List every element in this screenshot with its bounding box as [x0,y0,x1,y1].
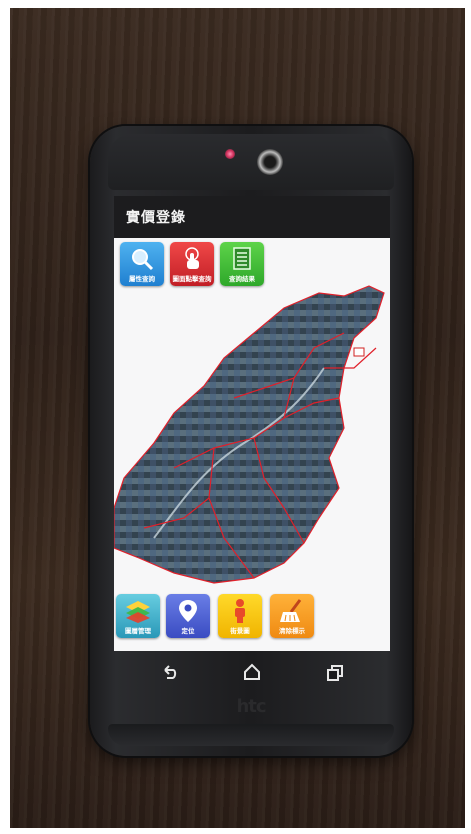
clear-markers-button[interactable]: 清除標示 [270,594,314,638]
map-view[interactable]: 屬性查詢 圖面點擊查詢 查詢結果 圖層管理 定位 街景圖 清除標示 [114,238,390,651]
street-view-person-icon [235,599,245,623]
satellite-map[interactable] [114,238,390,651]
app-title: 實價登錄 [126,210,186,226]
magnifier-icon [132,249,154,271]
list-document-icon [233,247,251,270]
phone-top-bezel [108,134,394,190]
phone-brand-logo: htc [236,696,266,717]
query-results-label: 查詢結果 [229,275,255,283]
query-results-button[interactable]: 查詢結果 [220,242,264,286]
street-view-label: 街景圖 [230,627,250,635]
layer-management-button[interactable]: 圖層管理 [116,594,160,638]
street-view-button[interactable]: 街景圖 [218,594,262,638]
attribute-query-button[interactable]: 屬性查詢 [120,242,164,286]
photo-background: 實價登錄 屬性查詢 圖面點擊查詢 查詢結果 圖層管理 定位 街景圖 清除標示 h… [10,8,465,828]
attribute-query-label: 屬性查詢 [129,275,155,283]
phone-device: 實價登錄 屬性查詢 圖面點擊查詢 查詢結果 圖層管理 定位 街景圖 清除標示 h… [90,126,412,756]
tap-hand-icon [185,247,199,269]
phone-screen: 實價登錄 屬性查詢 圖面點擊查詢 查詢結果 圖層管理 定位 街景圖 清除標示 [114,196,390,651]
county-area [114,286,384,583]
broom-icon [280,599,302,622]
locate-button[interactable]: 定位 [166,594,210,638]
system-nav-bar [114,653,390,693]
map-click-query-button[interactable]: 圖面點擊查詢 [170,242,214,286]
layers-icon [126,601,150,623]
notification-led [225,149,235,159]
clear-markers-label: 清除標示 [279,627,305,635]
front-camera-icon [257,149,283,175]
recents-icon[interactable] [324,661,346,683]
map-click-query-label: 圖面點擊查詢 [172,275,212,283]
map-pin-icon [179,600,197,622]
home-icon[interactable] [241,661,263,683]
map-marker[interactable] [353,347,365,357]
back-icon[interactable] [158,661,180,683]
action-bar: 實價登錄 [114,196,390,238]
locate-label: 定位 [181,627,195,635]
layer-management-label: 圖層管理 [125,627,151,635]
phone-bottom-bezel [108,724,394,746]
